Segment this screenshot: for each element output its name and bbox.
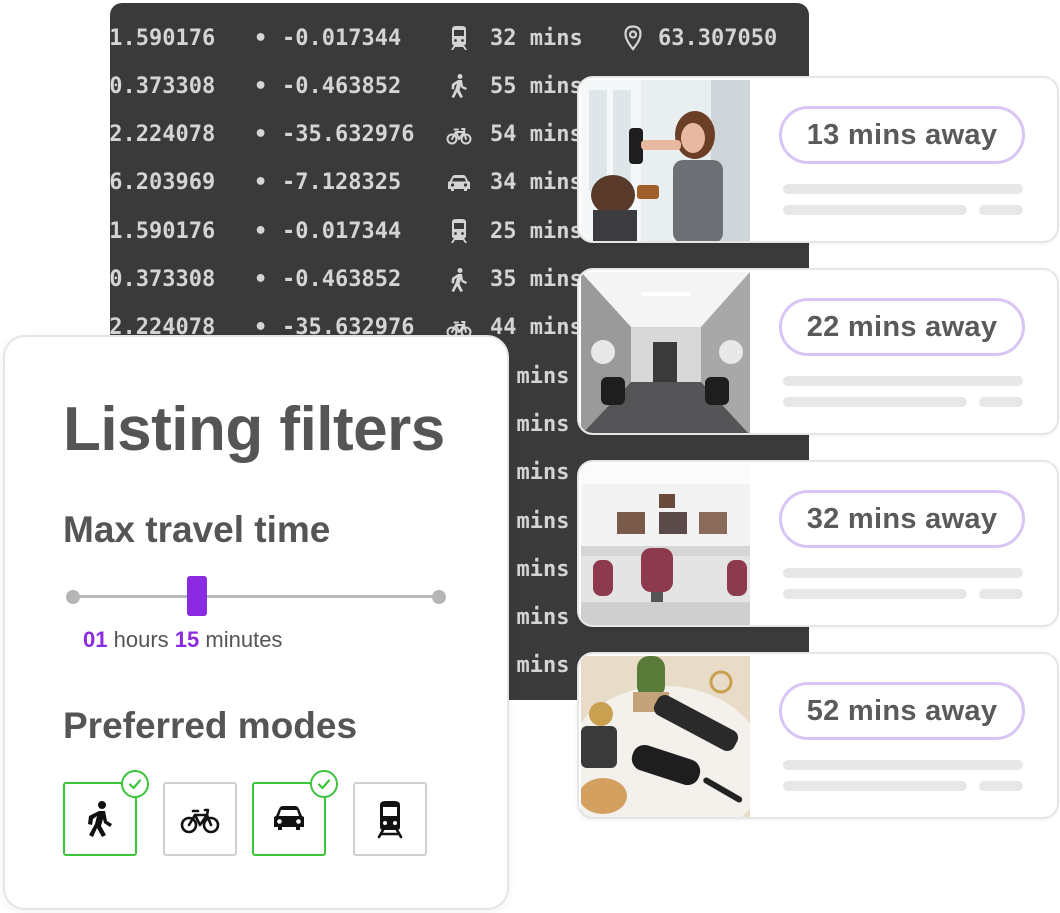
separator-dot: •: [254, 122, 268, 148]
hours-label: hours: [113, 627, 169, 652]
destination-coordinate: 63.307050: [658, 25, 778, 51]
latitude-value: 60.373308: [110, 267, 216, 292]
travel-time-value: 34 mins: [490, 170, 583, 196]
hair-tools-photo: [581, 656, 750, 817]
separator-dot: •: [254, 170, 268, 196]
mode-walk-toggle[interactable]: [63, 770, 149, 856]
placeholder-line: [783, 589, 967, 599]
slider-max-dot: [432, 590, 446, 604]
minutes-value: 15: [174, 627, 200, 652]
travel-time-badge: 13 mins away: [779, 106, 1025, 164]
bike-icon: [180, 808, 220, 834]
listing-card[interactable]: 13 mins away: [577, 76, 1059, 243]
listing-card[interactable]: 22 mins away: [577, 268, 1059, 435]
latitude-value: 52.224078: [110, 122, 216, 148]
travel-time-value: 25 mins: [490, 218, 583, 244]
preferred-modes-heading: Preferred modes: [63, 705, 358, 746]
walk-icon: [446, 267, 472, 293]
max-travel-heading: Max travel time: [63, 509, 331, 550]
car-icon: [274, 806, 304, 830]
longitude-value: -0.463852: [282, 267, 402, 292]
longitude-value: -7.128325: [282, 170, 402, 196]
separator-dot: •: [254, 218, 268, 244]
listing-card[interactable]: 52 mins away: [577, 652, 1059, 819]
train-icon: [446, 25, 472, 51]
travel-time-badge: 22 mins away: [779, 298, 1025, 356]
placeholder-line: [783, 781, 967, 791]
latitude-value: 51.590176: [110, 218, 216, 244]
travel-time-readout: 01 hours 15 minutes: [83, 627, 282, 653]
placeholder-line: [979, 781, 1023, 791]
listing-filters-panel: Listing filters Max travel time 01 hours…: [3, 335, 509, 910]
train-icon: [446, 218, 472, 244]
longitude-value: -0.017344: [282, 218, 402, 244]
hours-value: 01: [83, 627, 108, 652]
latitude-value: 46.203969: [110, 170, 216, 196]
travel-time-badge: 52 mins away: [779, 682, 1025, 740]
walk-icon: [88, 801, 112, 837]
placeholder-line: [979, 205, 1023, 215]
latitude-value: 51.590176: [110, 25, 216, 51]
composition: 51.590176 • -0.017344 32 mins 63.307050 60.37…: [0, 0, 1060, 913]
travel-time-value: 44 mins: [490, 315, 583, 341]
mode-train-toggle[interactable]: [353, 782, 427, 856]
car-icon: [446, 170, 472, 196]
salon-interior-photo: [581, 272, 750, 433]
travel-time-value: 35 mins: [490, 267, 583, 292]
slider-handle[interactable]: [186, 576, 207, 616]
check-icon: [310, 770, 338, 798]
placeholder-line: [979, 589, 1023, 599]
terminal-row: 51.590176 • -0.017344 32 mins 63.307050: [110, 14, 809, 62]
separator-dot: •: [254, 73, 268, 99]
longitude-value: -35.632976: [282, 122, 415, 148]
travel-time-badge: 32 mins away: [779, 490, 1025, 548]
check-icon: [121, 770, 149, 798]
placeholder-line: [783, 184, 1023, 194]
bike-icon: [446, 122, 472, 148]
salon-chairs-photo: [581, 464, 750, 625]
listing-card[interactable]: 32 mins away: [577, 460, 1059, 627]
separator-dot: •: [254, 267, 268, 292]
travel-time-value: 54 mins: [490, 122, 583, 148]
placeholder-line: [783, 568, 1023, 578]
mode-bike-toggle[interactable]: [163, 782, 237, 856]
slider-min-dot: [66, 590, 80, 604]
hairdresser-styling-photo: [581, 80, 750, 241]
minutes-label: minutes: [205, 627, 283, 652]
placeholder-line: [783, 205, 967, 215]
travel-time-value: 55 mins: [490, 73, 583, 99]
panel-title: Listing filters: [63, 395, 445, 464]
latitude-value: 60.373308: [110, 73, 216, 99]
travel-time-value: 32 mins: [490, 25, 583, 51]
location-pin-icon: [620, 25, 646, 51]
longitude-value: -0.463852: [282, 73, 402, 99]
separator-dot: •: [254, 25, 268, 51]
slider-track[interactable]: [73, 595, 437, 598]
walk-icon: [446, 73, 472, 99]
mode-car-toggle[interactable]: [252, 770, 338, 856]
travel-time-slider[interactable]: [65, 576, 447, 616]
placeholder-line: [783, 760, 1023, 770]
placeholder-line: [979, 397, 1023, 407]
train-icon: [377, 801, 403, 839]
placeholder-line: [783, 376, 1023, 386]
longitude-value: -0.017344: [282, 25, 402, 51]
placeholder-line: [783, 397, 967, 407]
